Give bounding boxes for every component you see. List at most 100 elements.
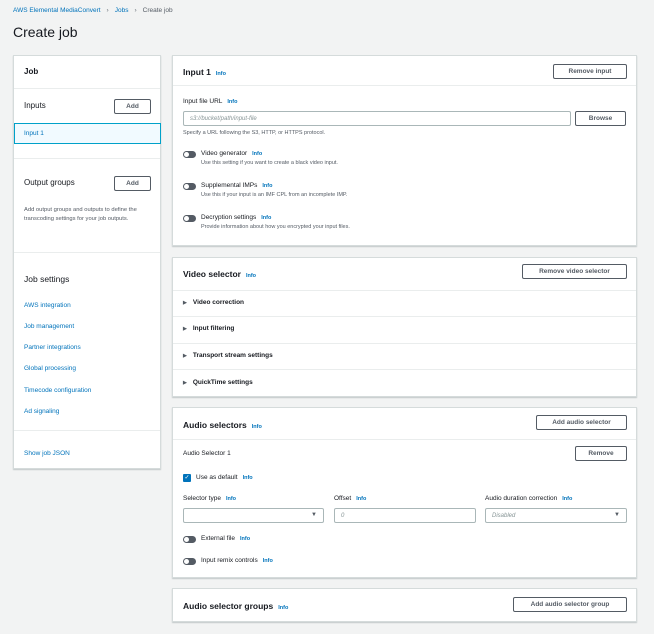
add-output-group-button[interactable]: Add	[114, 176, 151, 191]
add-input-button[interactable]: Add	[114, 99, 151, 114]
sidebar-title: Job	[24, 67, 39, 76]
use-as-default-label: Use as default	[196, 474, 238, 481]
input-file-url-label-row: Input file URL Info	[183, 98, 237, 105]
expander-label: Transport stream settings	[192, 352, 273, 359]
selector-type-select[interactable]: ▼	[183, 508, 324, 523]
info-link[interactable]: Info	[263, 558, 273, 564]
sidebar-link-job-management[interactable]: Job management	[24, 323, 74, 330]
divider	[173, 439, 636, 440]
add-audio-selector-group-button[interactable]: Add audio selector group	[513, 597, 627, 612]
divider	[14, 430, 160, 431]
audio-selector-groups-title: Audio selector groups	[183, 601, 274, 611]
info-link[interactable]: Info	[356, 496, 366, 502]
sidebar-link-partner-integrations[interactable]: Partner integrations	[24, 344, 81, 351]
offset-field[interactable]: 0	[334, 508, 476, 523]
info-link[interactable]: Info	[562, 496, 572, 502]
input-panel-header: Input 1 Info	[183, 67, 226, 77]
caret-right-icon: ▶	[183, 379, 187, 386]
supplemental-imps-toggle[interactable]	[183, 183, 196, 190]
input-file-url-field[interactable]: s3://bucket/path/input-file	[183, 111, 571, 126]
remove-audio-selector-button[interactable]: Remove	[575, 446, 627, 461]
selector-type-label-row: Selector type Info	[183, 495, 236, 502]
divider	[14, 88, 160, 89]
supplemental-imps-description: Use this if your input is an IMF CPL fro…	[201, 192, 348, 198]
divider	[14, 252, 160, 253]
job-settings-label: Job settings	[24, 274, 70, 284]
add-audio-selector-button[interactable]: Add audio selector	[536, 415, 627, 430]
external-file-toggle[interactable]	[183, 536, 196, 543]
divider	[173, 369, 636, 370]
audio-selectors-header: Audio selectors Info	[183, 420, 262, 430]
decryption-settings-toggle[interactable]	[183, 215, 196, 222]
divider	[173, 343, 636, 344]
expander-input-filtering[interactable]: ▶ Input filtering	[183, 325, 234, 332]
input-file-url-label: Input file URL	[183, 98, 223, 105]
sidebar-link-ad-signaling[interactable]: Ad signaling	[24, 408, 59, 415]
sidebar-link-global-processing[interactable]: Global processing	[24, 365, 76, 372]
decryption-settings-label-row: Decryption settings Info	[201, 214, 271, 221]
caret-right-icon: ▶	[183, 352, 187, 359]
expander-quicktime-settings[interactable]: ▶ QuickTime settings	[183, 379, 253, 386]
offset-label: Offset	[334, 495, 352, 502]
remove-video-selector-button[interactable]: Remove video selector	[522, 264, 627, 279]
video-selector-panel: Video selector Info Remove video selecto…	[172, 257, 637, 397]
sidebar-item-input-1-label: Input 1	[24, 130, 44, 137]
info-link[interactable]: Info	[278, 605, 288, 611]
info-link[interactable]: Info	[226, 496, 236, 502]
divider	[173, 290, 636, 291]
input-remix-controls-label-row: Input remix controls Info	[201, 557, 273, 564]
expander-label: Video correction	[192, 299, 245, 306]
info-link[interactable]: Info	[252, 424, 262, 430]
video-generator-description: Use this setting if you want to create a…	[201, 160, 338, 166]
breadcrumb-separator: ›	[106, 7, 109, 14]
audio-duration-correction-label-row: Audio duration correction Info	[485, 495, 572, 502]
breadcrumb-current: Create job	[142, 7, 173, 14]
page-title: Create job	[13, 24, 78, 40]
use-as-default-checkbox[interactable]: ✓	[183, 474, 191, 482]
audio-duration-correction-select[interactable]: Disabled ▼	[485, 508, 627, 523]
input-panel-title: Input 1	[183, 67, 211, 77]
caret-right-icon: ▶	[183, 325, 187, 332]
use-as-default-label-row: Use as default Info	[196, 474, 253, 481]
caret-down-icon: ▼	[311, 512, 317, 518]
show-job-json-link[interactable]: Show job JSON	[24, 450, 70, 457]
caret-down-icon: ▼	[614, 512, 620, 518]
decryption-settings-description: Provide information about how you encryp…	[201, 224, 350, 230]
input-remix-controls-label: Input remix controls	[201, 557, 258, 564]
expander-video-correction[interactable]: ▶ Video correction	[183, 299, 244, 306]
selector-type-label: Selector type	[183, 495, 221, 502]
supplemental-imps-label-row: Supplemental IMPs Info	[201, 182, 272, 189]
output-groups-description: Add output groups and outputs to define …	[24, 207, 137, 222]
video-generator-toggle[interactable]	[183, 151, 196, 158]
browse-button[interactable]: Browse	[575, 111, 626, 126]
audio-selector-groups-header: Audio selector groups Info	[183, 601, 288, 611]
info-link[interactable]: Info	[240, 536, 250, 542]
remove-input-button[interactable]: Remove input	[553, 64, 627, 79]
info-link[interactable]: Info	[261, 215, 271, 221]
info-link[interactable]: Info	[227, 99, 237, 105]
info-link[interactable]: Info	[216, 71, 226, 77]
audio-selectors-panel: Audio selectors Info Add audio selector …	[172, 407, 637, 578]
external-file-label: External file	[201, 535, 235, 542]
video-selector-header: Video selector Info	[183, 269, 256, 279]
output-groups-label: Output groups	[24, 178, 75, 187]
sidebar-link-aws-integration[interactable]: AWS integration	[24, 302, 71, 309]
input-remix-controls-toggle[interactable]	[183, 558, 196, 565]
expander-transport-stream-settings[interactable]: ▶ Transport stream settings	[183, 352, 273, 359]
info-link[interactable]: Info	[246, 273, 256, 279]
divider	[173, 85, 636, 86]
inputs-label: Inputs	[24, 101, 46, 110]
info-link[interactable]: Info	[252, 151, 262, 157]
input-file-url-hint: Specify a URL following the S3, HTTP, or…	[183, 130, 326, 136]
audio-selector-name: Audio Selector 1	[183, 450, 231, 457]
breadcrumb-service-link[interactable]: AWS Elemental MediaConvert	[13, 7, 101, 14]
input-panel: Input 1 Info Remove input Input file URL…	[172, 55, 637, 246]
sidebar-link-timecode-configuration[interactable]: Timecode configuration	[24, 387, 91, 394]
divider	[173, 316, 636, 317]
info-link[interactable]: Info	[262, 183, 272, 189]
external-file-label-row: External file Info	[201, 535, 250, 542]
info-link[interactable]: Info	[243, 475, 253, 481]
expander-label: Input filtering	[192, 325, 235, 332]
breadcrumb-jobs-link[interactable]: Jobs	[115, 7, 129, 14]
expander-label: QuickTime settings	[192, 379, 253, 386]
